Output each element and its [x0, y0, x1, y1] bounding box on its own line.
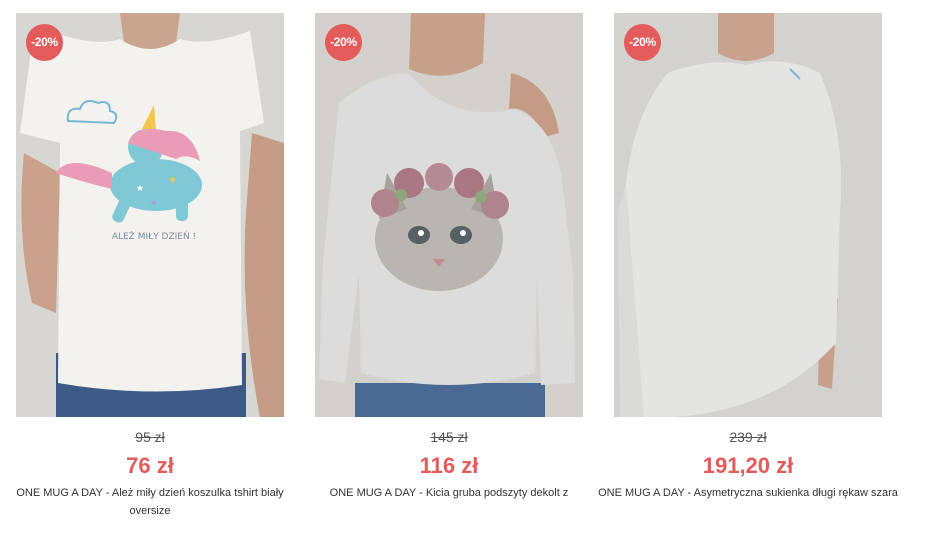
discount-badge: -20% [325, 24, 362, 61]
product-photo [315, 13, 583, 417]
svg-text:★: ★ [136, 184, 144, 194]
product-name-link[interactable]: ONE MUG A DAY - Kicia gruba podszyty dek… [299, 484, 599, 502]
tshirt-print-text: ALEŻ MIŁY DZIEŃ ! [112, 230, 196, 242]
new-price: 116 zł [419, 453, 479, 478]
svg-text:★: ★ [168, 175, 177, 186]
old-price: 239 zł [729, 429, 767, 445]
product-image-cat-sweatshirt[interactable]: -20% [315, 13, 583, 417]
product-photo: ★ ★ ★ ALEŻ MIŁY DZIEŃ ! [16, 13, 284, 417]
svg-text:★: ★ [150, 198, 157, 207]
old-price: 145 zł [430, 429, 468, 445]
product-photo [614, 13, 882, 417]
old-price: 95 zł [135, 429, 165, 445]
new-price: 76 zł [126, 453, 174, 478]
product-grid: ★ ★ ★ ALEŻ MIŁY DZIEŃ ! -20% 95 zł 76 zł… [0, 0, 928, 534]
product-name-link[interactable]: ONE MUG A DAY - Asymetryczna sukienka dł… [598, 484, 898, 502]
product-image-asymmetric-dress[interactable]: -20% [614, 13, 882, 417]
discount-badge: -20% [26, 24, 63, 61]
product-image-unicorn-tshirt[interactable]: ★ ★ ★ ALEŻ MIŁY DZIEŃ ! -20% [16, 13, 284, 417]
product-name-link[interactable]: ONE MUG A DAY - Ależ miły dzień koszulka… [0, 484, 300, 520]
new-price: 191,20 zł [702, 453, 794, 478]
discount-badge: -20% [624, 24, 661, 61]
